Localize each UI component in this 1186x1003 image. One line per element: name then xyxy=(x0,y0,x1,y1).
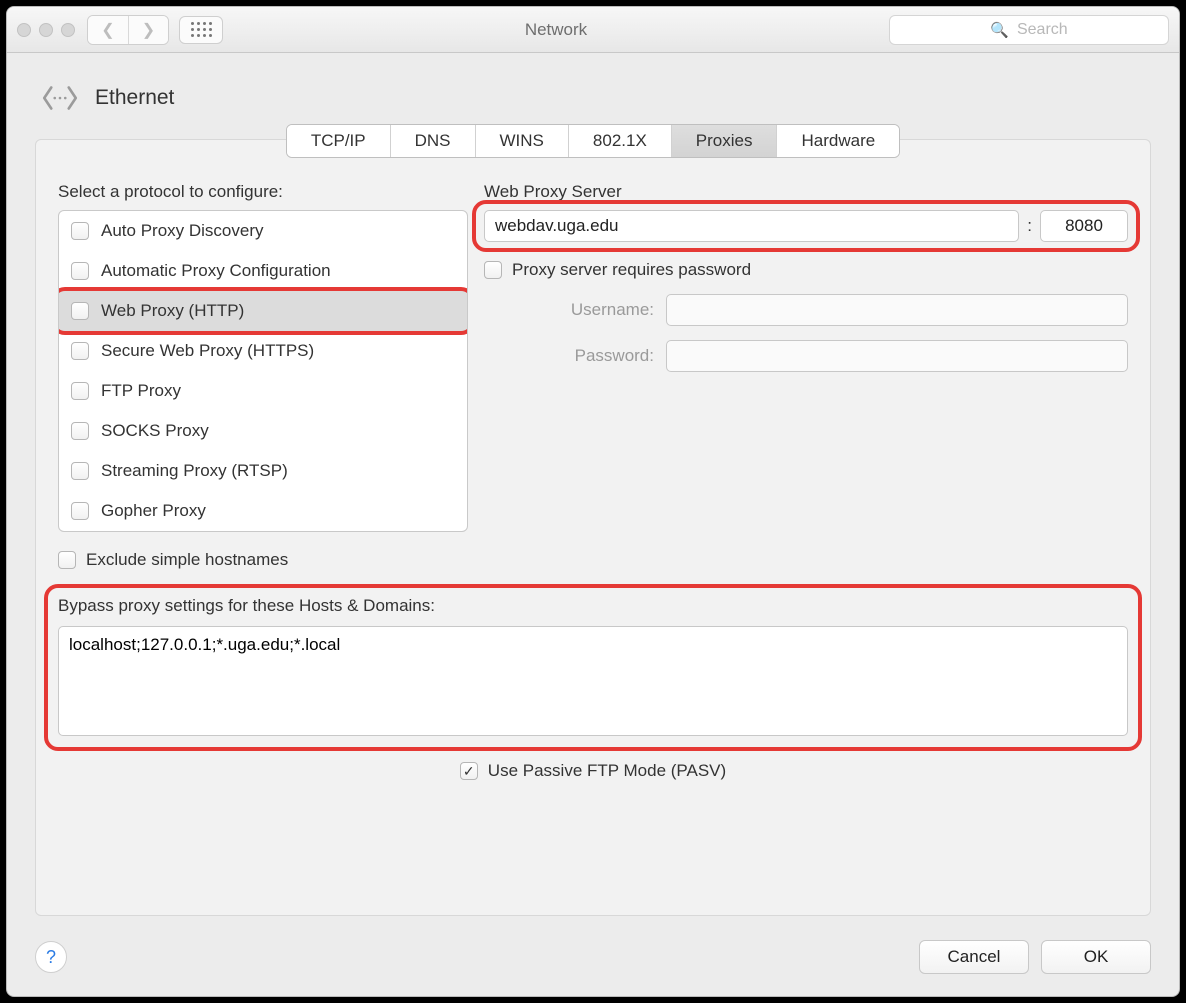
protocol-row-secure-web-proxy-https-[interactable]: Secure Web Proxy (HTTPS) xyxy=(59,331,467,371)
protocol-checkbox[interactable] xyxy=(71,262,89,280)
server-row: : xyxy=(484,210,1128,242)
protocol-list[interactable]: Auto Proxy Discovery Automatic Proxy Conf… xyxy=(58,210,468,532)
search-input[interactable]: 🔍 Search xyxy=(889,15,1169,45)
ftp-passive-row: Use Passive FTP Mode (PASV) xyxy=(58,761,1128,781)
protocol-label: Auto Proxy Discovery xyxy=(101,221,264,241)
protocol-checkbox[interactable] xyxy=(71,222,89,240)
ok-button[interactable]: OK xyxy=(1041,940,1151,974)
bypass-textarea[interactable] xyxy=(58,626,1128,736)
zoom-window-button[interactable] xyxy=(61,23,75,37)
tab-tcp-ip[interactable]: TCP/IP xyxy=(287,125,390,157)
exclude-simple-hostnames-row: Exclude simple hostnames xyxy=(58,550,468,570)
ethernet-icon xyxy=(39,77,81,119)
ftp-passive-checkbox[interactable] xyxy=(460,762,478,780)
protocol-label: Web Proxy (HTTP) xyxy=(101,301,244,321)
content-area: Ethernet TCP/IPDNSWINS802.1XProxiesHardw… xyxy=(7,53,1179,996)
protocol-row-socks-proxy[interactable]: SOCKS Proxy xyxy=(59,411,467,451)
bypass-section: Bypass proxy settings for these Hosts & … xyxy=(58,596,1128,739)
protocol-checkbox[interactable] xyxy=(71,422,89,440)
username-input[interactable] xyxy=(666,294,1128,326)
protocol-label: FTP Proxy xyxy=(101,381,181,401)
forward-button[interactable]: ❯ xyxy=(128,16,168,44)
protocol-section-label: Select a protocol to configure: xyxy=(58,182,468,202)
left-column: Select a protocol to configure: Auto Pro… xyxy=(58,182,468,590)
grid-icon xyxy=(191,22,212,37)
search-icon: 🔍 xyxy=(990,21,1009,39)
show-all-prefs-button[interactable] xyxy=(179,16,223,44)
nav-back-forward: ❮ ❯ xyxy=(87,15,169,45)
protocol-label: Gopher Proxy xyxy=(101,501,206,521)
tab-wins[interactable]: WINS xyxy=(475,125,568,157)
back-button[interactable]: ❮ xyxy=(88,16,128,44)
proxy-host-input[interactable] xyxy=(484,210,1019,242)
protocol-row-gopher-proxy[interactable]: Gopher Proxy xyxy=(59,491,467,531)
username-label: Username: xyxy=(484,300,654,320)
titlebar: ❮ ❯ Network 🔍 Search xyxy=(7,7,1179,53)
columns: Select a protocol to configure: Auto Pro… xyxy=(58,182,1128,590)
close-window-button[interactable] xyxy=(17,23,31,37)
window-title: Network xyxy=(223,20,889,40)
tab-dns[interactable]: DNS xyxy=(390,125,475,157)
protocol-row-automatic-proxy-configuration[interactable]: Automatic Proxy Configuration xyxy=(59,251,467,291)
protocol-row-web-proxy-http-[interactable]: Web Proxy (HTTP) xyxy=(59,291,467,331)
exclude-simple-hostnames-label: Exclude simple hostnames xyxy=(86,550,288,570)
requires-password-row: Proxy server requires password xyxy=(484,260,1128,280)
right-column: Web Proxy Server : Proxy server requires… xyxy=(484,182,1128,590)
protocol-label: SOCKS Proxy xyxy=(101,421,209,441)
protocol-row-streaming-proxy-rtsp-[interactable]: Streaming Proxy (RTSP) xyxy=(59,451,467,491)
protocol-checkbox[interactable] xyxy=(71,342,89,360)
tab-proxies[interactable]: Proxies xyxy=(671,125,777,157)
help-icon: ? xyxy=(46,947,56,968)
protocol-checkbox[interactable] xyxy=(71,462,89,480)
password-input[interactable] xyxy=(666,340,1128,372)
host-port-separator: : xyxy=(1027,216,1032,236)
bypass-label: Bypass proxy settings for these Hosts & … xyxy=(58,596,1128,616)
protocol-label: Automatic Proxy Configuration xyxy=(101,261,331,281)
requires-password-checkbox[interactable] xyxy=(484,261,502,279)
traffic-lights xyxy=(17,23,75,37)
network-prefs-window: ❮ ❯ Network 🔍 Search xyxy=(6,6,1180,997)
page-header: Ethernet xyxy=(35,77,1151,119)
server-section-label: Web Proxy Server xyxy=(484,182,1128,202)
proxy-port-input[interactable] xyxy=(1040,210,1128,242)
proxies-panel: TCP/IPDNSWINS802.1XProxiesHardware Selec… xyxy=(35,139,1151,916)
username-row: Username: xyxy=(484,294,1128,326)
protocol-label: Streaming Proxy (RTSP) xyxy=(101,461,288,481)
tab-hardware[interactable]: Hardware xyxy=(776,125,899,157)
exclude-simple-hostnames-checkbox[interactable] xyxy=(58,551,76,569)
protocol-checkbox[interactable] xyxy=(71,502,89,520)
password-label: Password: xyxy=(484,346,654,366)
tabs-bar: TCP/IPDNSWINS802.1XProxiesHardware xyxy=(58,124,1128,158)
minimize-window-button[interactable] xyxy=(39,23,53,37)
protocol-row-ftp-proxy[interactable]: FTP Proxy xyxy=(59,371,467,411)
protocol-row-auto-proxy-discovery[interactable]: Auto Proxy Discovery xyxy=(59,211,467,251)
ftp-passive-label: Use Passive FTP Mode (PASV) xyxy=(488,761,726,781)
dialog-footer: ? Cancel OK xyxy=(35,940,1151,974)
password-row: Password: xyxy=(484,340,1128,372)
protocol-checkbox[interactable] xyxy=(71,382,89,400)
chevron-right-icon: ❯ xyxy=(142,20,155,40)
protocol-checkbox[interactable] xyxy=(71,302,89,320)
page-title: Ethernet xyxy=(95,86,174,110)
chevron-left-icon: ❮ xyxy=(101,20,114,40)
cancel-button[interactable]: Cancel xyxy=(919,940,1029,974)
search-placeholder: Search xyxy=(1017,21,1068,39)
help-button[interactable]: ? xyxy=(35,941,67,973)
requires-password-label: Proxy server requires password xyxy=(512,260,751,280)
tab-802-1x[interactable]: 802.1X xyxy=(568,125,671,157)
protocol-label: Secure Web Proxy (HTTPS) xyxy=(101,341,314,361)
